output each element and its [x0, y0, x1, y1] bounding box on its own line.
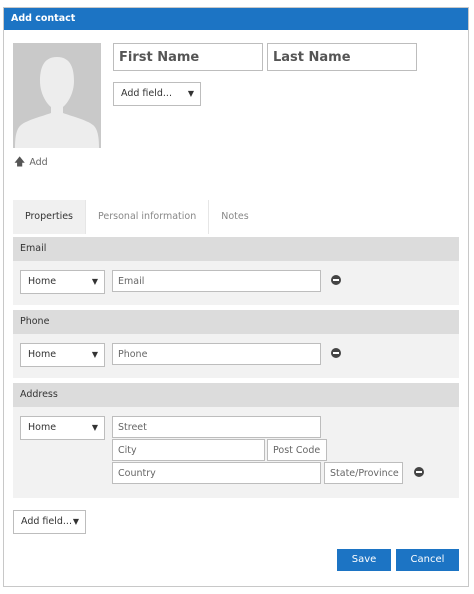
save-button[interactable]: Save [337, 549, 391, 571]
cancel-button[interactable]: Cancel [396, 549, 459, 571]
add-photo-label: Add [29, 157, 48, 168]
phone-section-heading: Phone [13, 310, 459, 334]
add-field-dropdown-top[interactable]: Add field... ▼ [113, 82, 201, 106]
email-type-select[interactable]: Home ▼ [20, 270, 105, 294]
first-name-input[interactable] [113, 43, 263, 71]
add-field-dropdown-bottom[interactable]: Add field... ▼ [13, 510, 86, 534]
phone-input[interactable] [112, 343, 321, 365]
tab-notes[interactable]: Notes [209, 200, 260, 234]
address-type-select[interactable]: Home ▼ [20, 416, 105, 440]
tab-properties[interactable]: Properties [13, 200, 87, 234]
add-field-label: Add field... [21, 516, 72, 527]
dropdown-caret-icon: ▼ [72, 517, 79, 526]
address-section-heading: Address [13, 383, 459, 407]
address-section: Address Home ▼ [13, 383, 459, 498]
email-input[interactable] [112, 270, 321, 292]
avatar-placeholder[interactable] [13, 43, 101, 148]
email-section-heading: Email [13, 237, 459, 261]
dropdown-caret-icon: ▼ [91, 423, 98, 432]
last-name-input[interactable] [267, 43, 417, 71]
street-input[interactable] [112, 416, 321, 438]
state-input[interactable] [324, 462, 403, 484]
country-input[interactable] [112, 462, 321, 484]
city-input[interactable] [112, 439, 265, 461]
person-silhouette-icon [13, 43, 101, 148]
dialog-title: Add contact [4, 8, 468, 30]
add-field-label: Add field... [121, 88, 172, 99]
remove-email-icon[interactable] [331, 275, 341, 285]
phone-section: Phone Home ▼ [13, 310, 459, 378]
email-type-value: Home [28, 276, 57, 287]
phone-type-select[interactable]: Home ▼ [20, 343, 105, 367]
up-arrow-icon: 🡅 [14, 155, 26, 168]
remove-phone-icon[interactable] [331, 348, 341, 358]
remove-address-icon[interactable] [414, 467, 424, 477]
email-section: Email Home ▼ [13, 237, 459, 305]
dropdown-caret-icon: ▼ [91, 277, 98, 286]
dropdown-caret-icon: ▼ [187, 89, 194, 98]
tab-bar: Properties Personal information Notes [13, 200, 261, 234]
phone-type-value: Home [28, 349, 57, 360]
dropdown-caret-icon: ▼ [91, 350, 98, 359]
tab-personal-information[interactable]: Personal information [86, 200, 210, 234]
postcode-input[interactable] [267, 439, 327, 461]
add-photo-button[interactable]: 🡅 Add [14, 153, 48, 172]
address-type-value: Home [28, 422, 57, 433]
add-contact-dialog: Add contact 🡅 Add Add field... ▼ Propert… [3, 7, 469, 587]
